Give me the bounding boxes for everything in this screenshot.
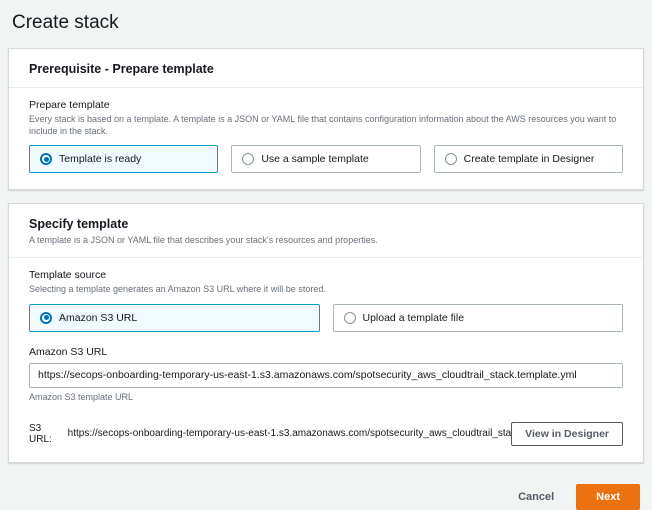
radio-selected-icon: [40, 153, 52, 165]
prerequisite-card-title: Prerequisite - Prepare template: [29, 62, 623, 76]
radio-selected-icon: [40, 312, 52, 324]
specify-template-card-title: Specify template: [29, 217, 623, 231]
s3-url-summary-label: S3 URL:: [29, 423, 62, 445]
radio-tile-label: Use a sample template: [261, 153, 368, 165]
specify-template-description: A template is a JSON or YAML file that d…: [29, 234, 623, 246]
prepare-template-description: Every stack is based on a template. A te…: [29, 113, 623, 137]
page-title: Create stack: [12, 12, 644, 34]
view-in-designer-button[interactable]: View in Designer: [511, 422, 623, 446]
prerequisite-card-header: Prerequisite - Prepare template: [9, 49, 643, 88]
radio-tile-create-in-designer[interactable]: Create template in Designer: [434, 145, 623, 173]
radio-tile-label: Create template in Designer: [464, 153, 595, 165]
radio-tile-use-sample-template[interactable]: Use a sample template: [231, 145, 420, 173]
radio-tile-label: Upload a template file: [363, 312, 465, 324]
prerequisite-card-body: Prepare template Every stack is based on…: [9, 88, 643, 189]
amazon-s3-url-label: Amazon S3 URL: [29, 346, 623, 358]
radio-tile-label: Template is ready: [59, 153, 141, 165]
s3-url-summary-row: S3 URL: https://secops-onboarding-tempor…: [29, 422, 623, 446]
template-source-description: Selecting a template generates an Amazon…: [29, 283, 623, 295]
amazon-s3-url-input[interactable]: [29, 363, 623, 388]
template-source-label: Template source: [29, 269, 623, 281]
specify-template-card-header: Specify template A template is a JSON or…: [9, 204, 643, 258]
prepare-template-label: Prepare template: [29, 99, 623, 111]
s3-url-summary-value: https://secops-onboarding-temporary-us-e…: [68, 428, 511, 439]
cancel-button[interactable]: Cancel: [518, 491, 554, 503]
specify-template-card: Specify template A template is a JSON or…: [8, 203, 644, 462]
radio-unselected-icon: [344, 312, 356, 324]
radio-tile-upload-template-file[interactable]: Upload a template file: [333, 304, 624, 332]
prepare-template-options: Template is ready Use a sample template …: [29, 145, 623, 173]
radio-tile-label: Amazon S3 URL: [59, 312, 137, 324]
amazon-s3-url-helper: Amazon S3 template URL: [29, 392, 623, 402]
radio-tile-amazon-s3-url[interactable]: Amazon S3 URL: [29, 304, 320, 332]
next-button[interactable]: Next: [576, 484, 640, 510]
radio-unselected-icon: [242, 153, 254, 165]
template-source-options: Amazon S3 URL Upload a template file: [29, 304, 623, 332]
prerequisite-card: Prerequisite - Prepare template Prepare …: [8, 48, 644, 190]
radio-tile-template-is-ready[interactable]: Template is ready: [29, 145, 218, 173]
footer-actions: Cancel Next: [8, 476, 644, 510]
specify-template-card-body: Template source Selecting a template gen…: [9, 258, 643, 461]
radio-unselected-icon: [445, 153, 457, 165]
